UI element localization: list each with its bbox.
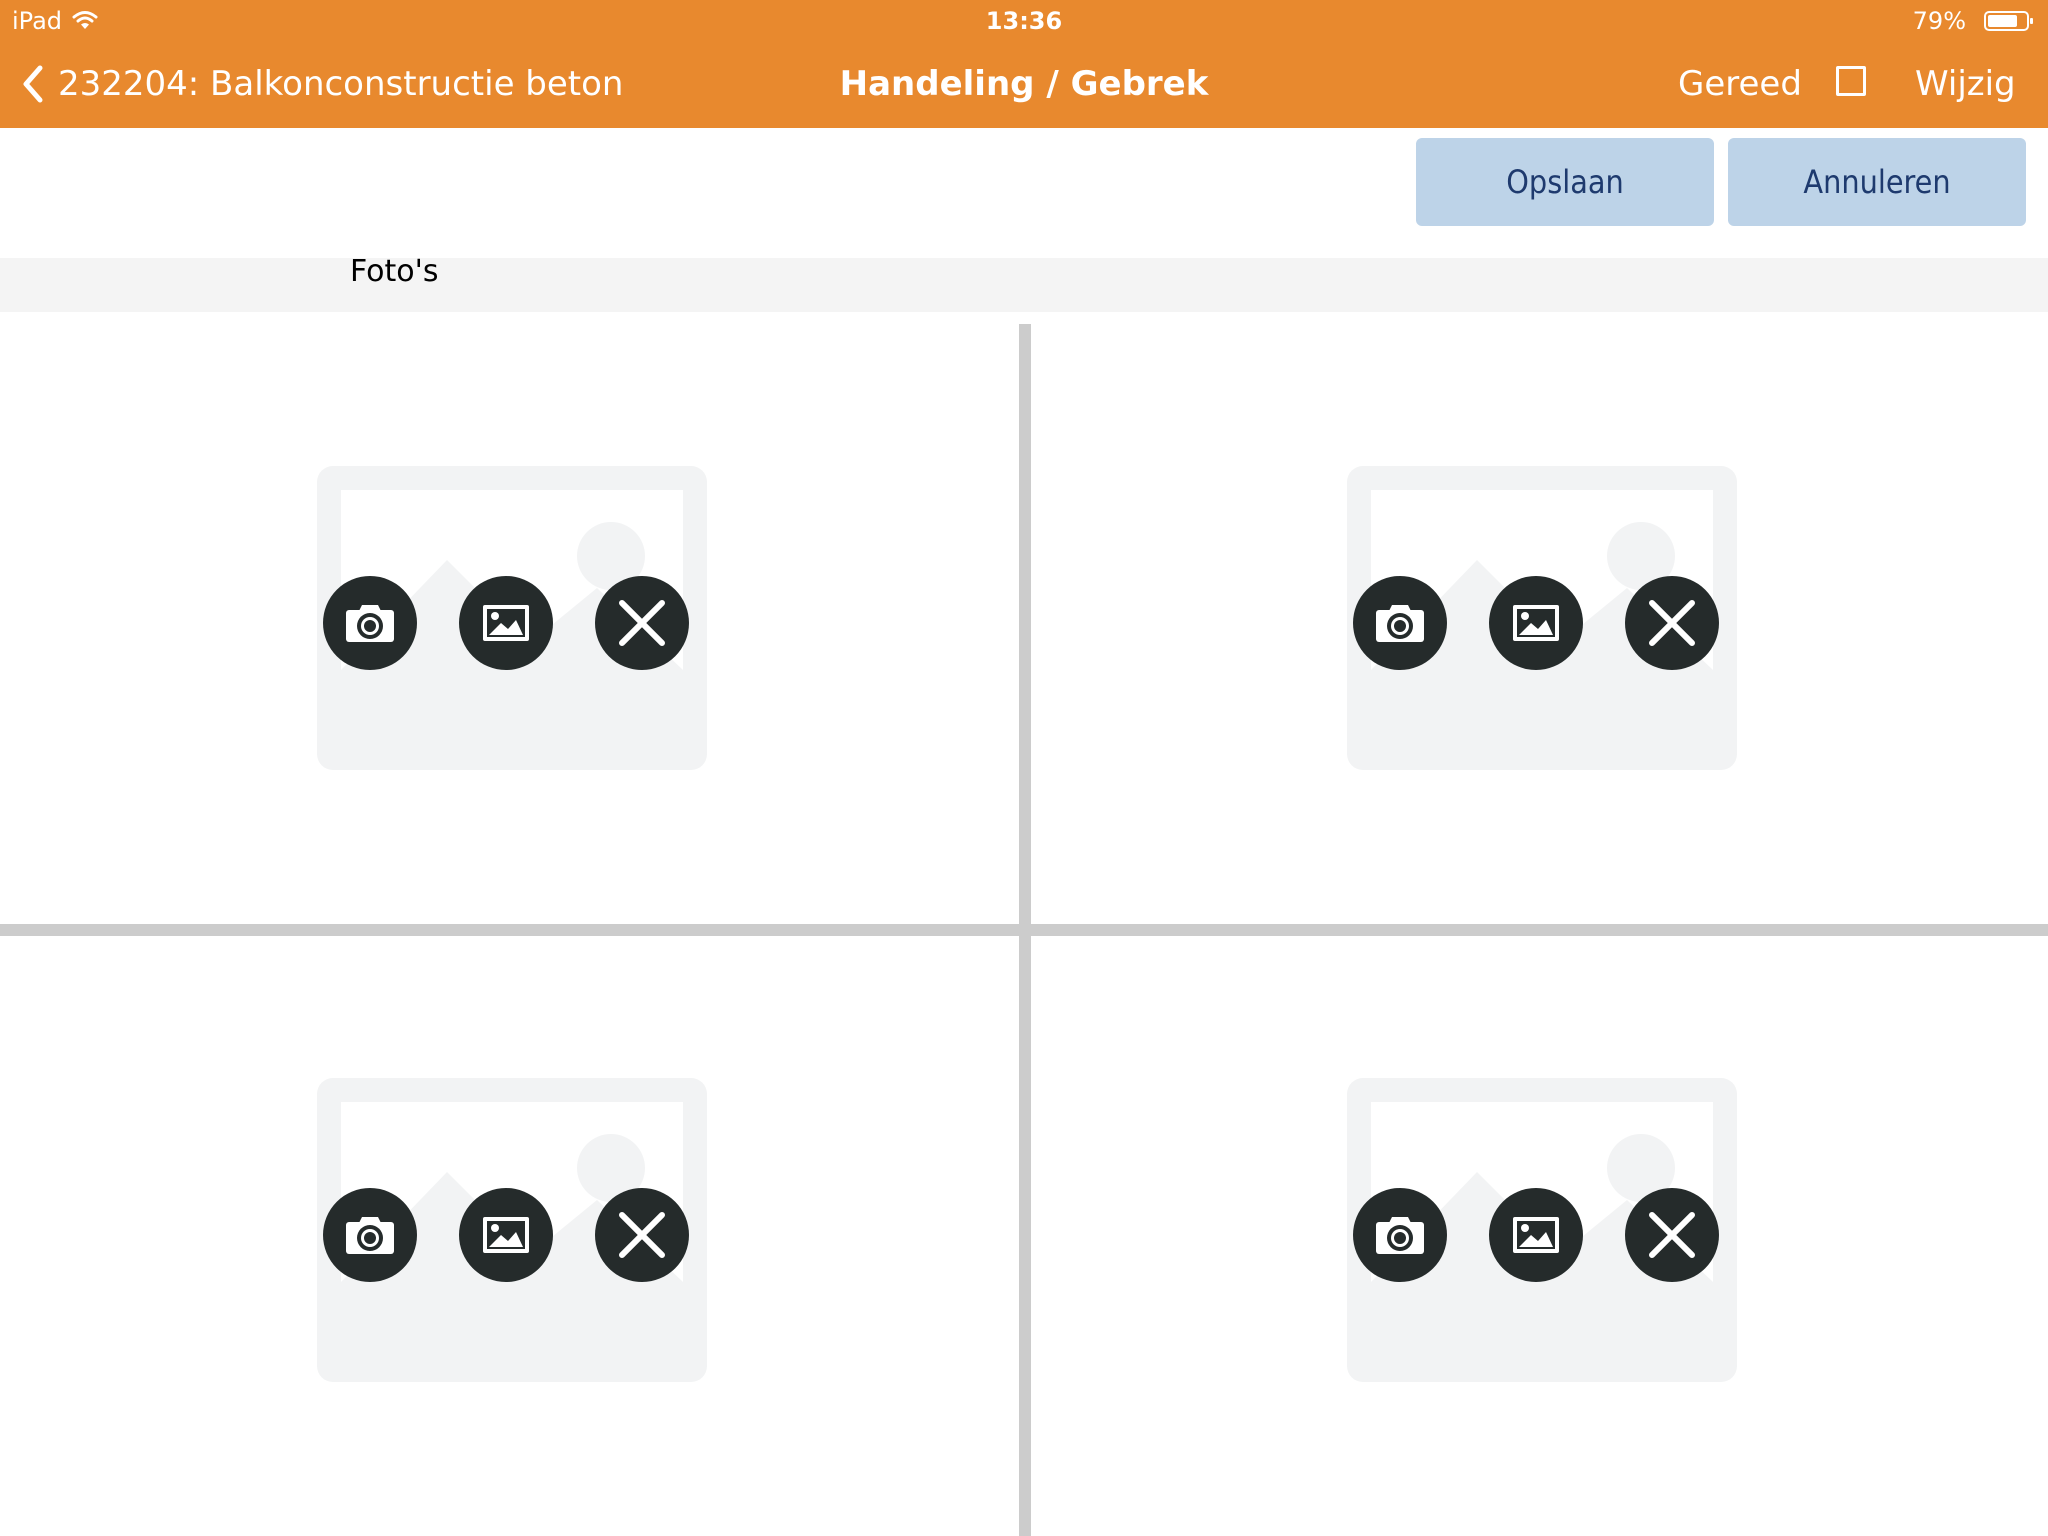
photo-slot	[317, 1078, 707, 1382]
choose-image-button[interactable]	[1489, 1188, 1583, 1282]
photo-slot	[1347, 1078, 1737, 1382]
back-label: 232204: Balkonconstructie beton	[58, 64, 624, 104]
remove-photo-button[interactable]	[1625, 576, 1719, 670]
close-icon	[1649, 600, 1695, 646]
image-gallery-icon	[1513, 605, 1559, 641]
camera-icon	[346, 605, 394, 642]
grid-divider-horizontal	[0, 924, 2048, 936]
done-button[interactable]: Gereed	[1678, 60, 1802, 108]
remove-photo-button[interactable]	[595, 1188, 689, 1282]
photo-slot	[1347, 466, 1737, 770]
top-bar: iPad 13:36 79% 232204: Balkonconstructie…	[0, 0, 2048, 128]
section-header	[0, 258, 2048, 312]
close-icon	[619, 600, 665, 646]
done-checkbox[interactable]	[1836, 66, 1866, 96]
status-battery: 79%	[1912, 7, 1966, 35]
remove-photo-button[interactable]	[595, 576, 689, 670]
remove-photo-button[interactable]	[1625, 1188, 1719, 1282]
close-icon	[1649, 1212, 1695, 1258]
photo-slot	[317, 466, 707, 770]
choose-image-button[interactable]	[459, 1188, 553, 1282]
image-gallery-icon	[483, 1217, 529, 1253]
section-title: Foto's	[350, 254, 439, 289]
camera-icon	[1376, 1217, 1424, 1254]
cancel-button[interactable]: Annuleren	[1728, 138, 2026, 226]
save-button[interactable]: Opslaan	[1416, 138, 1714, 226]
take-photo-button[interactable]	[1353, 1188, 1447, 1282]
take-photo-button[interactable]	[1353, 576, 1447, 670]
choose-image-button[interactable]	[459, 576, 553, 670]
status-time: 13:36	[985, 7, 1063, 35]
chevron-left-icon	[23, 65, 43, 103]
edit-button[interactable]: Wijzig	[1915, 60, 2016, 108]
choose-image-button[interactable]	[1489, 576, 1583, 670]
take-photo-button[interactable]	[323, 1188, 417, 1282]
close-icon	[619, 1212, 665, 1258]
image-gallery-icon	[483, 605, 529, 641]
image-gallery-icon	[1513, 1217, 1559, 1253]
back-button[interactable]: 232204: Balkonconstructie beton	[18, 60, 623, 108]
take-photo-button[interactable]	[323, 576, 417, 670]
photo-grid	[0, 312, 2048, 1536]
camera-icon	[346, 1217, 394, 1254]
camera-icon	[1376, 605, 1424, 642]
battery-icon	[1984, 11, 2033, 31]
